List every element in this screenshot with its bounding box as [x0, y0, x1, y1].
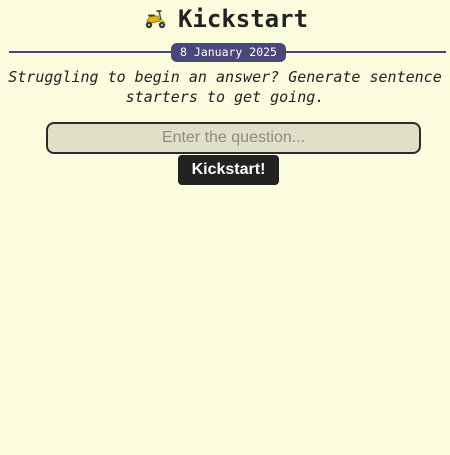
tagline: Struggling to begin an answer? Generate … [8, 68, 442, 106]
date-badge: 8 January 2025 [171, 43, 286, 62]
app-header: Kickstart [0, 4, 450, 36]
app-title: Kickstart [177, 5, 309, 33]
motor-scooter-icon [142, 7, 168, 31]
question-input[interactable] [46, 122, 421, 154]
date-divider: 8 January 2025 [9, 42, 446, 62]
title-group: Kickstart [142, 4, 308, 34]
kickstart-button[interactable]: Kickstart! [178, 155, 279, 185]
